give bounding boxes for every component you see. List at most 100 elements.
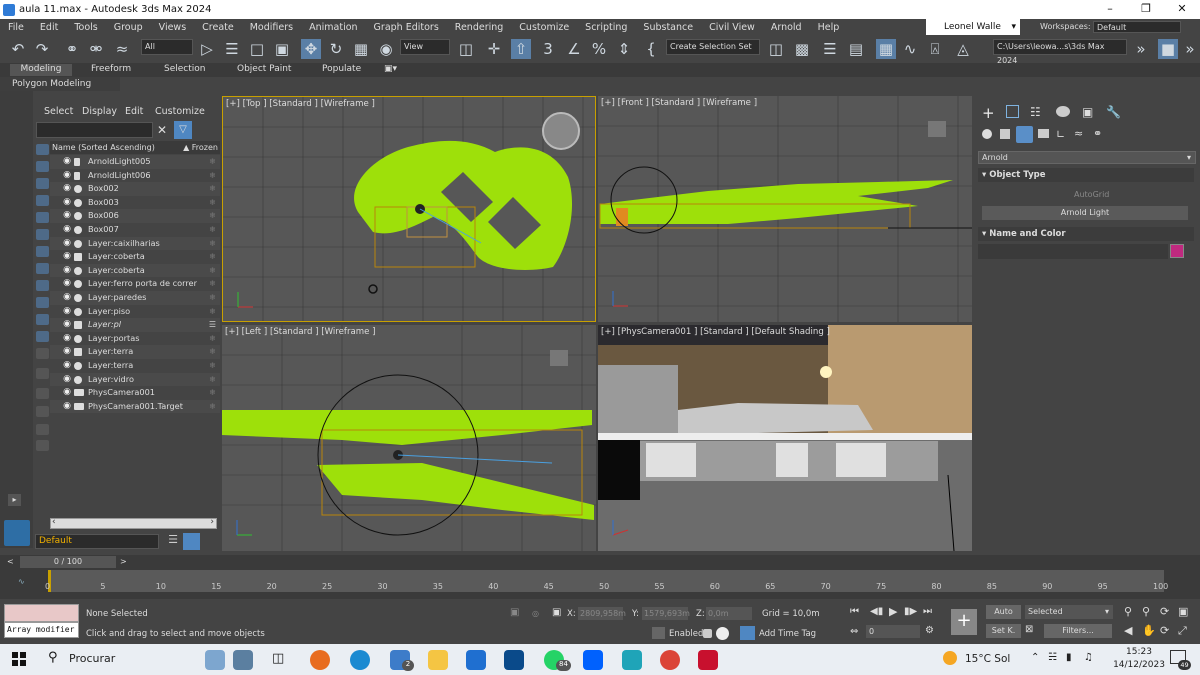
lock-selection-icon[interactable]: ◎ (532, 609, 539, 618)
menu-help[interactable]: Help (810, 22, 848, 33)
app-icon[interactable] (504, 650, 524, 670)
eye-icon[interactable]: ◉ (62, 386, 72, 400)
eye-icon[interactable]: ◉ (62, 277, 72, 291)
viewcube[interactable] (928, 121, 946, 137)
object-color-swatch[interactable] (1170, 244, 1184, 258)
reference-coord-dropdown[interactable]: View (400, 39, 450, 55)
spacewarps-category-icon[interactable]: ≈ (1074, 127, 1083, 140)
eye-icon[interactable]: ◉ (62, 155, 72, 169)
enabled-checkbox[interactable] (703, 629, 712, 638)
menu-file[interactable]: File (0, 22, 32, 33)
y-coord-field[interactable]: 1579,693m (642, 607, 690, 620)
expand-toolbar-icon[interactable]: » (1131, 39, 1151, 59)
scene-row[interactable]: ◉ Layer:terra ❄ (50, 359, 220, 373)
taskbar-search[interactable]: Procurar (69, 652, 115, 665)
scene-row[interactable]: ◉ Layer:piso ❄ (50, 305, 220, 319)
viewport-label-front[interactable]: [+] [Front ] [Standard ] [Wireframe ] (601, 98, 757, 108)
rollout-object-type[interactable]: ▾ Object Type (978, 168, 1194, 182)
eye-icon[interactable]: ◉ (62, 318, 72, 332)
next-frame-icon[interactable]: > (120, 557, 127, 566)
freeze-icon[interactable]: ❄ (209, 359, 216, 373)
field-of-view-icon[interactable]: ◀ (1124, 624, 1132, 637)
scene-menu-edit[interactable]: Edit (125, 106, 143, 117)
selected-dropdown[interactable]: Selected ▾ (1025, 605, 1113, 619)
firefox-icon[interactable] (310, 650, 330, 670)
scene-row[interactable]: ◉ Layer:caixilharias ❄ (50, 236, 220, 251)
display-none-icon[interactable] (36, 144, 49, 155)
keyboard-shortcut-override-icon[interactable]: ⇧ (511, 39, 531, 59)
funnel-icon[interactable] (36, 424, 49, 435)
scene-row[interactable]: ◉ Layer:coberta ❄ (50, 250, 220, 264)
snaps-toggle-icon[interactable]: 3 (538, 39, 558, 59)
viewport-layout-icon[interactable] (4, 520, 30, 546)
menu-scripting[interactable]: Scripting (577, 22, 635, 33)
scene-menu-customize[interactable]: Customize (155, 106, 205, 117)
rect-selection-icon[interactable]: □ (247, 39, 267, 59)
auto-key-button[interactable]: Auto (986, 605, 1021, 619)
viewcube[interactable] (550, 350, 568, 366)
filter-icon[interactable]: ▽ (174, 121, 192, 139)
expand-right-icon[interactable]: ▸ (8, 494, 21, 506)
scene-row[interactable]: ◉ ArnoldLight005 ❄ (50, 155, 220, 169)
scroll-right-icon[interactable]: › (210, 517, 214, 527)
orbit-icon[interactable]: ⟳ (1160, 605, 1169, 618)
toggle-ribbon-icon[interactable]: ▤ (846, 39, 866, 59)
menu-graph-editors[interactable]: Graph Editors (366, 22, 447, 33)
eye-icon[interactable]: ◉ (62, 196, 72, 210)
scene-row[interactable]: ◉ Box003 ❄ (50, 196, 220, 210)
key-filters-button[interactable]: Filters... (1044, 624, 1112, 638)
select-object-icon[interactable]: ▷ (197, 39, 217, 59)
percent-snap-icon[interactable]: % (589, 39, 609, 59)
clock-date[interactable]: 14/12/2023 (1112, 660, 1166, 670)
orbit-sub-icon[interactable]: ⟳ (1160, 624, 1169, 637)
display-spacewarps-icon[interactable] (36, 246, 49, 257)
scene-row[interactable]: ◉ Layer:paredes ❄ (50, 291, 220, 305)
freeze-icon[interactable]: ❄ (209, 250, 216, 264)
menu-create[interactable]: Create (194, 22, 242, 33)
menu-rendering[interactable]: Rendering (447, 22, 512, 33)
freeze-icon[interactable]: ❄ (209, 169, 216, 183)
search-highlight-icon[interactable] (233, 650, 253, 670)
display-geometry-icon[interactable] (36, 161, 49, 172)
freeze-icon[interactable]: ❄ (209, 182, 216, 196)
eye-icon[interactable]: ◉ (62, 182, 72, 196)
search-icon[interactable]: ⚲ (48, 650, 58, 665)
display-lights-icon[interactable] (36, 195, 49, 206)
display-helpers-icon[interactable] (36, 229, 49, 240)
eye-icon[interactable]: ◉ (62, 359, 72, 373)
eye-icon[interactable]: ◉ (62, 332, 72, 346)
scene-row[interactable]: ◉ ArnoldLight006 ❄ (50, 169, 220, 183)
close-button[interactable]: ✕ (1164, 0, 1200, 19)
set-key-button[interactable]: Set K. (986, 624, 1021, 638)
scene-menu-select[interactable]: Select (44, 106, 73, 117)
tab-freeform[interactable]: Freeform (91, 64, 131, 74)
dropbox-icon[interactable] (583, 650, 603, 670)
layer-stack-icon[interactable]: ☰ (165, 533, 181, 549)
freeze-icon[interactable]: ❄ (209, 237, 216, 251)
eye-icon[interactable]: ◉ (62, 400, 72, 414)
unlink-icon[interactable]: ⚮ (86, 39, 106, 59)
file-explorer-icon[interactable] (428, 650, 448, 670)
windows-start-icon[interactable] (12, 652, 26, 666)
column-header-name[interactable]: Name (Sorted Ascending) (52, 141, 155, 154)
tab-populate[interactable]: Populate (322, 64, 361, 74)
link-icon[interactable]: ⚭ (62, 39, 82, 59)
task-view-icon[interactable]: ◫ (272, 651, 284, 666)
scene-row[interactable]: ◉ Layer:vidro ❄ (50, 372, 220, 387)
object-name-input[interactable] (978, 244, 1168, 259)
time-configuration-icon[interactable]: ⚙ (925, 625, 934, 636)
column-header-frozen[interactable]: ▲ Frozen (183, 141, 218, 154)
freeze-icon[interactable]: ❄ (209, 291, 216, 305)
create-tab-icon[interactable]: + (982, 104, 995, 122)
display-containers-icon[interactable] (36, 314, 49, 325)
display-frozen-icon[interactable] (36, 331, 49, 342)
menu-civil-view[interactable]: Civil View (701, 22, 763, 33)
go-to-end-icon[interactable]: ⏭ (923, 606, 932, 617)
tab-selection[interactable]: Selection (164, 64, 205, 74)
overflow-icon[interactable]: » (1180, 39, 1200, 59)
selection-filter-dropdown[interactable]: All (141, 39, 193, 55)
motion-tab-icon[interactable] (1056, 106, 1070, 117)
display-hidden-icon[interactable] (36, 348, 49, 359)
menu-substance[interactable]: Substance (635, 22, 701, 33)
search-highlight-icon[interactable] (205, 650, 225, 670)
